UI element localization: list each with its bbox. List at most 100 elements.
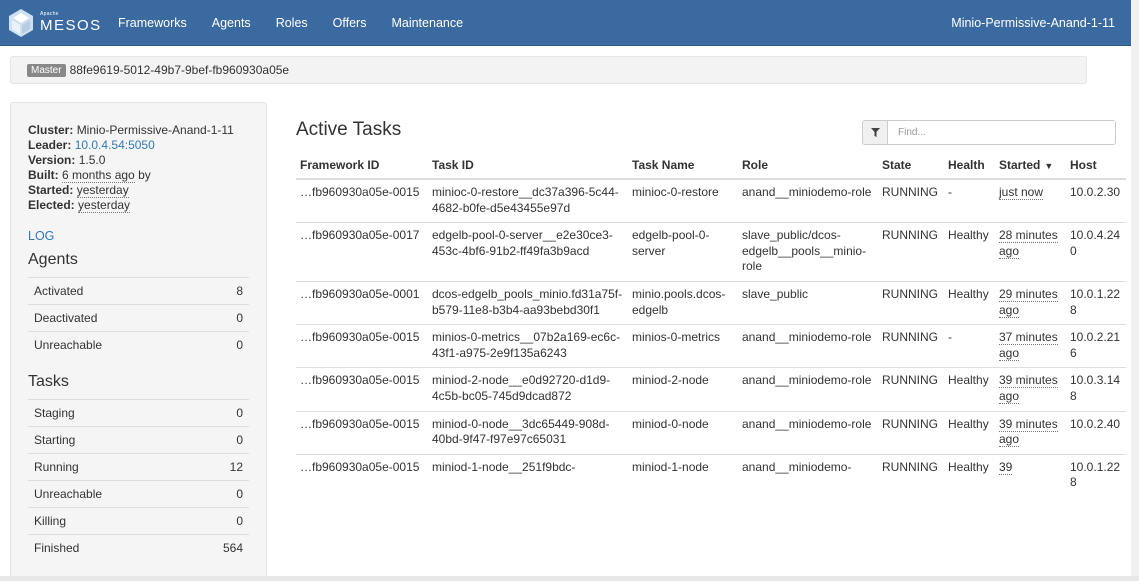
task-health: Healthy (944, 367, 995, 412)
table-row: …fb960930a05e-0015 miniod-2-node__e0d9272… (296, 367, 1126, 412)
col-started[interactable]: Started ▼ (995, 152, 1066, 180)
vertical-scrollbar[interactable] (1131, 0, 1139, 581)
task-id-link[interactable]: edgelb-pool-0-server__e2e30ce3-453c-4bf6… (428, 222, 628, 282)
nav-offers[interactable]: Offers (333, 16, 367, 30)
task-health: Healthy (944, 280, 995, 325)
col-state[interactable]: State (878, 152, 944, 180)
table-row: …fb960930a05e-0015 miniod-1-node__251f9bd… (296, 453, 1126, 497)
leader-info: Leader: 10.0.4.54:5050 (28, 138, 249, 153)
log-link[interactable]: LOG (28, 229, 249, 243)
agents-value: 0 (207, 304, 249, 332)
agents-row: Deactivated 0 (28, 304, 249, 332)
task-host: 10.0.2.216 (1066, 324, 1126, 368)
horizontal-scrollbar[interactable] (0, 576, 1139, 581)
task-name: minioc-0-restore (628, 178, 738, 223)
task-state: RUNNING (878, 453, 944, 497)
task-id-link[interactable]: miniod-1-node__251f9bdc- (428, 453, 628, 497)
agents-heading: Agents (28, 251, 78, 268)
table-row: …fb960930a05e-0017 edgelb-pool-0-server__… (296, 222, 1126, 282)
task-name: miniod-1-node (628, 453, 738, 497)
started-time: 28 minutes ago (999, 228, 1058, 259)
built-value: 6 months ago (62, 168, 135, 183)
task-started: 37 minutes ago (995, 324, 1066, 368)
framework-id-link[interactable]: …fb960930a05e-0015 (296, 410, 428, 455)
agents-row: Activated 8 (28, 277, 249, 305)
started-time: 37 minutes ago (999, 330, 1058, 361)
col-task-id[interactable]: Task ID (428, 152, 628, 180)
tasks-row: Finished 564 (28, 533, 249, 561)
brand[interactable]: Apache MESOS (0, 8, 118, 38)
tasks-row: Starting 0 (28, 425, 249, 453)
started-time: 39 minutes ago (999, 373, 1058, 404)
col-host[interactable]: Host (1066, 152, 1126, 180)
tasks-label: Running (28, 452, 186, 480)
page-title: Active Tasks (296, 119, 402, 140)
tasks-stat-table: Staging 0 Starting 0 Running 12 Unreachable… (28, 398, 249, 561)
agents-row: Unreachable 0 (28, 331, 249, 359)
task-state: RUNNING (878, 410, 944, 455)
elected-value: yesterday (78, 198, 131, 213)
built-suffix: by (138, 168, 151, 182)
agents-table: Activated 8 Deactivated 0 Unreachable 0 (28, 277, 249, 359)
table-header-row: Framework ID Task ID Task Name Role Stat… (296, 152, 1126, 180)
task-role: anand__miniodemo-role (738, 178, 878, 223)
task-id-link[interactable]: miniod-0-node__3dc65449-908d-40bd-9f47-f… (428, 410, 628, 455)
started-label: Started: (28, 183, 74, 197)
leader-link[interactable]: 10.0.4.54:5050 (75, 138, 155, 152)
framework-id-link[interactable]: …fb960930a05e-0015 (296, 453, 428, 497)
task-filter (862, 120, 1116, 145)
version-label: Version: (28, 153, 76, 167)
tasks-value: 564 (185, 533, 249, 561)
started-time: 39 minutes ago (999, 416, 1058, 448)
task-state: RUNNING (878, 324, 944, 368)
framework-id-link[interactable]: …fb960930a05e-0015 (296, 324, 428, 368)
col-task-name[interactable]: Task Name (628, 152, 738, 180)
agents-label: Unreachable (28, 331, 208, 359)
tasks-label: Staging (28, 398, 186, 426)
nav-agents[interactable]: Agents (212, 16, 251, 30)
nav-cluster-name[interactable]: Minio-Permissive-Anand-1-11 (951, 16, 1115, 30)
tasks-value: 0 (185, 479, 249, 507)
filter-input[interactable] (888, 121, 1115, 144)
task-started: 39 minutes ago (995, 410, 1066, 455)
task-name: edgelb-pool-0-server (628, 222, 738, 282)
brand-name: MESOS (40, 17, 102, 34)
framework-id-link[interactable]: …fb960930a05e-0015 (296, 178, 428, 223)
col-framework-id[interactable]: Framework ID (296, 152, 428, 180)
task-name: minio.pools.dcos-edgelb (628, 280, 738, 325)
task-id-link[interactable]: miniod-2-node__e0d92720-d1d9-4c5b-bc05-7… (428, 367, 628, 412)
started-value: yesterday (76, 183, 129, 198)
task-started: 39 (995, 453, 1066, 497)
col-health[interactable]: Health (944, 152, 995, 180)
task-role: anand__miniodemo-role (738, 410, 878, 455)
task-id-link[interactable]: dcos-edgelb_pools_minio.fd31a75f-b579-11… (428, 280, 628, 325)
task-started: 29 minutes ago (995, 280, 1066, 325)
table-row: …fb960930a05e-0015 minioc-0-restore__dc37… (296, 178, 1126, 223)
elected-info: Elected: yesterday (28, 198, 249, 213)
tasks-row: Killing 0 (28, 506, 249, 534)
framework-id-link[interactable]: …fb960930a05e-0015 (296, 367, 428, 412)
task-started: just now (995, 178, 1066, 223)
task-role: anand__miniodemo-role (738, 324, 878, 368)
task-health: Healthy (944, 453, 995, 497)
started-time: 29 minutes ago (999, 286, 1058, 318)
mesos-logo-icon (9, 8, 33, 37)
nav-roles[interactable]: Roles (276, 16, 308, 30)
task-id-link[interactable]: minios-0-metrics__07b2a169-ec6c-43f1-a97… (428, 324, 628, 368)
task-host: 10.0.1.228 (1066, 280, 1126, 325)
task-started: 28 minutes ago (995, 222, 1066, 282)
started-info: Started: yesterday (28, 183, 249, 198)
framework-id-link[interactable]: …fb960930a05e-0017 (296, 222, 428, 282)
task-id-link[interactable]: minioc-0-restore__dc37a396-5c44-4682-b0f… (428, 178, 628, 223)
nav-maintenance[interactable]: Maintenance (391, 16, 463, 30)
col-role[interactable]: Role (738, 152, 878, 180)
filter-button[interactable] (863, 121, 888, 144)
task-role: slave_public/dcos-edgelb__pools__minio-r… (738, 222, 878, 282)
nav-frameworks[interactable]: Frameworks (118, 16, 187, 30)
task-health: Healthy (944, 222, 995, 282)
active-tasks-table: Framework ID Task ID Task Name Role Stat… (296, 152, 1126, 497)
task-health: - (944, 324, 995, 368)
framework-id-link[interactable]: …fb960930a05e-0001 (296, 280, 428, 325)
task-name: minios-0-metrics (628, 324, 738, 368)
master-breadcrumb: Master 88fe9619-5012-49b7-9bef-fb960930a… (10, 56, 1087, 84)
